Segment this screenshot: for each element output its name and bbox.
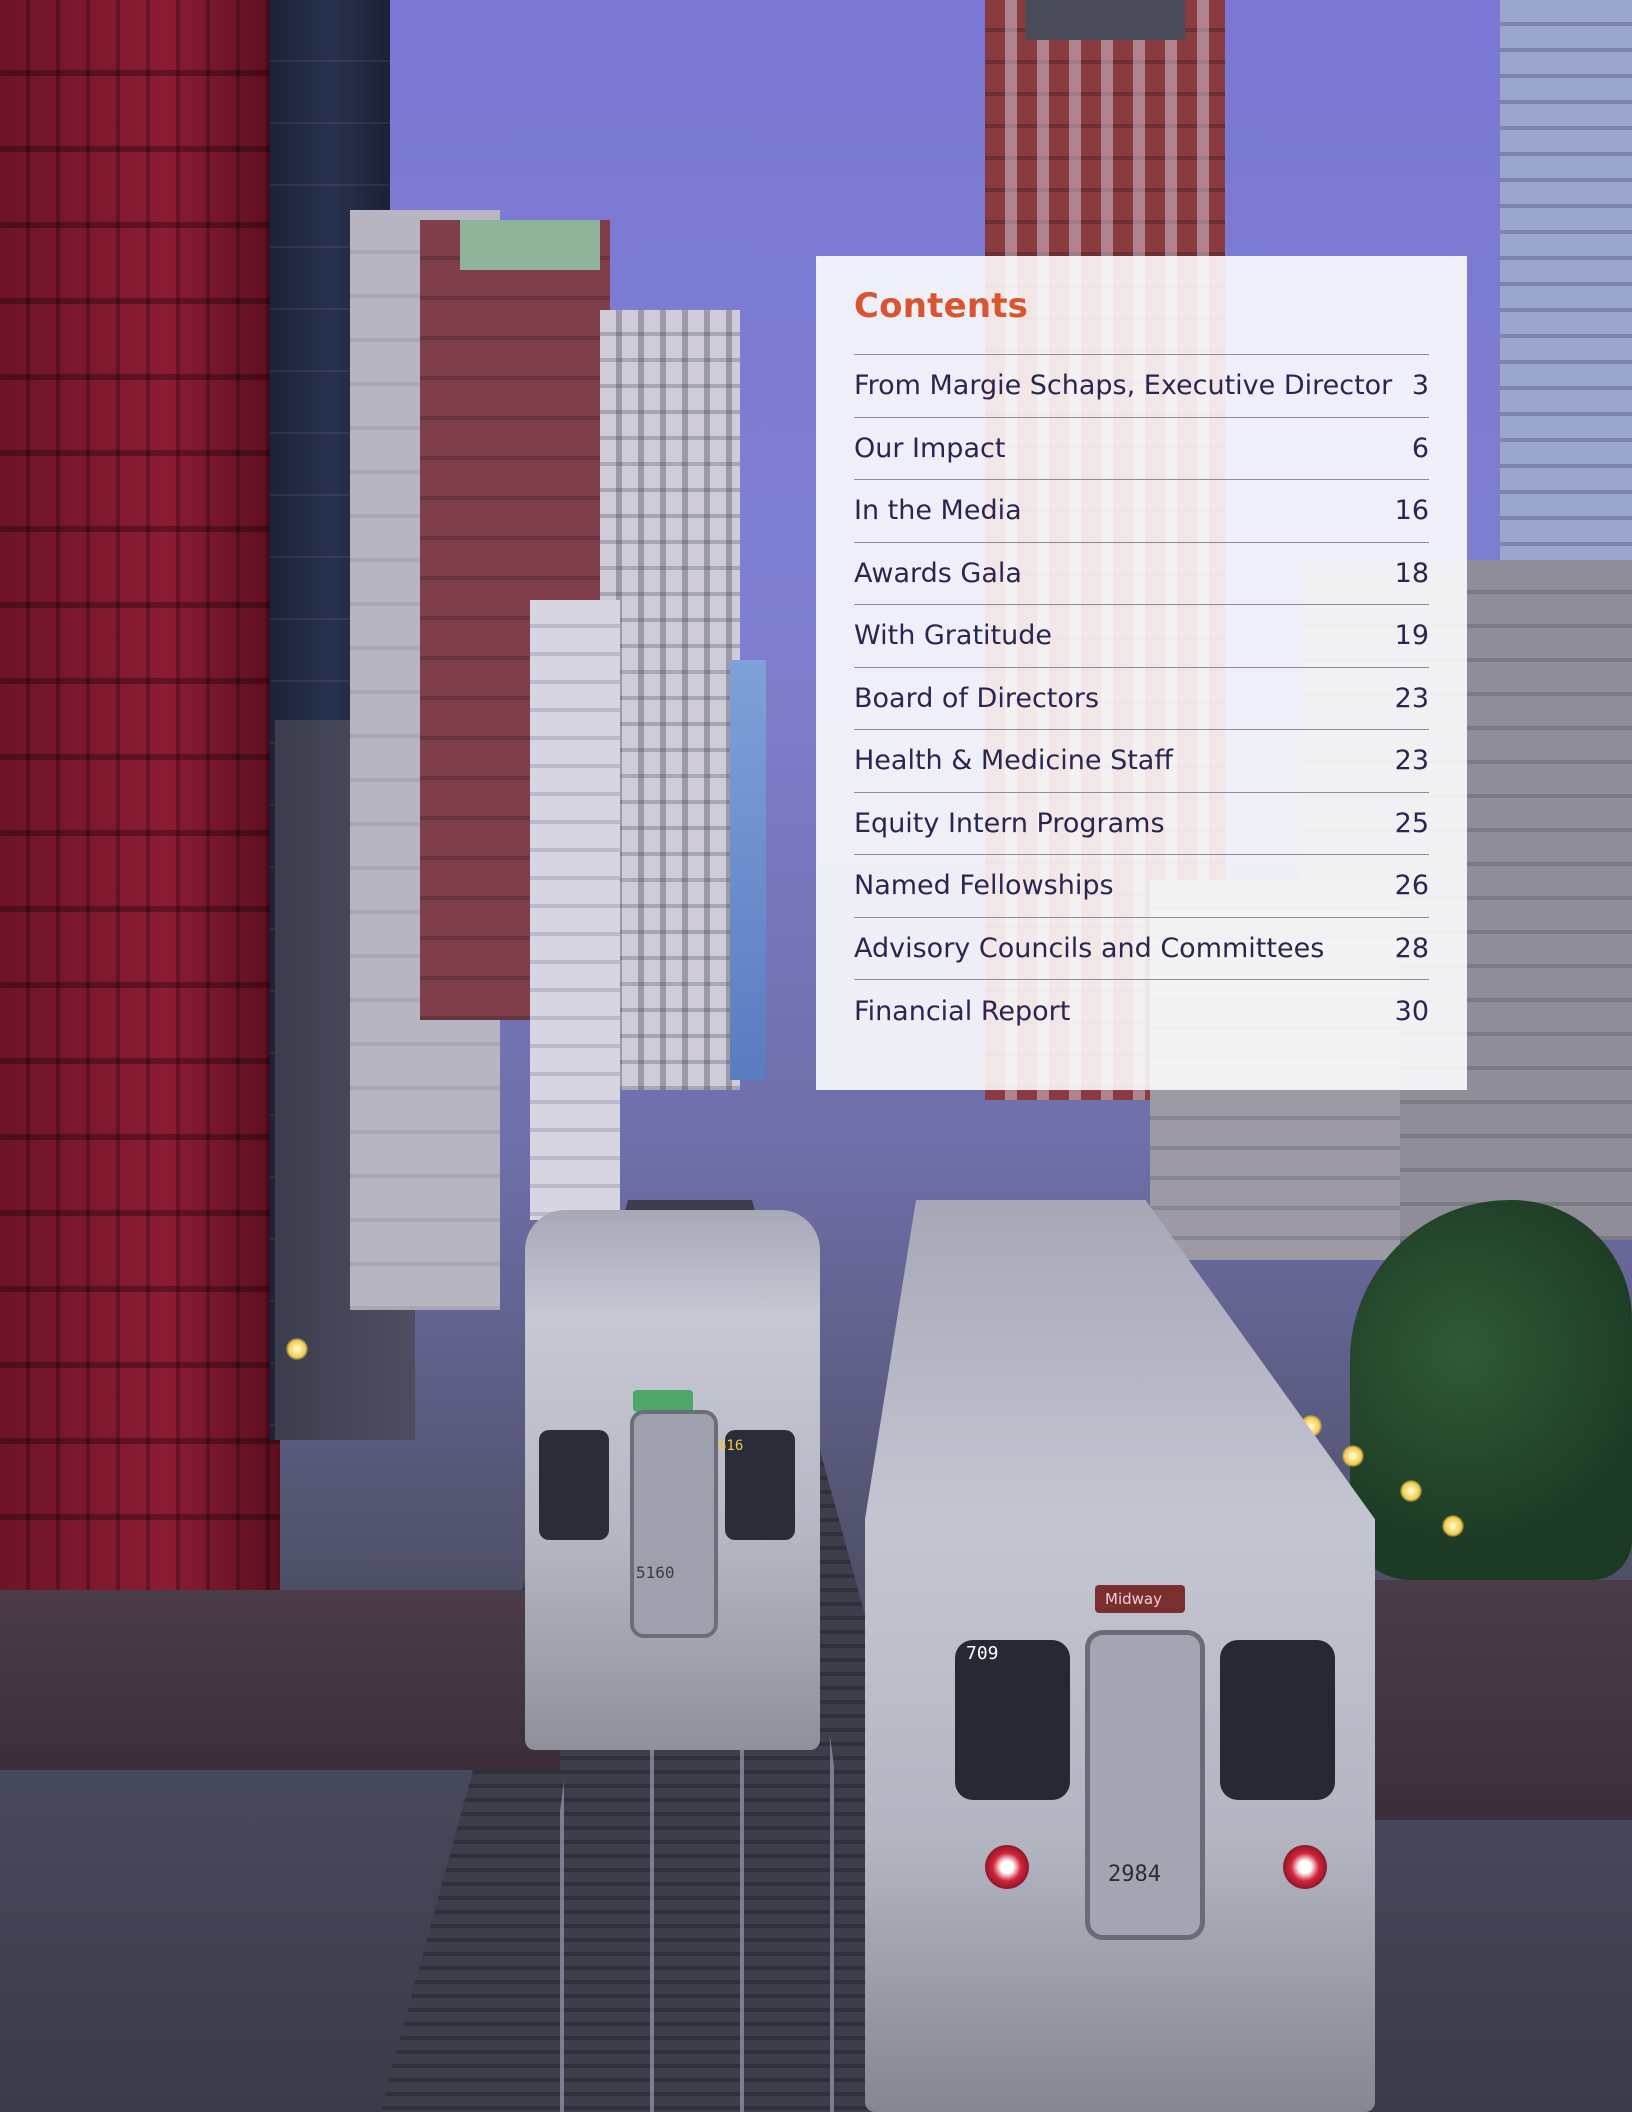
contents-entry-title: Named Fellowships xyxy=(854,870,1114,902)
contents-panel: Contents From Margie Schaps, Executive D… xyxy=(816,256,1467,1090)
contents-entry-title: Advisory Councils and Committees xyxy=(854,932,1325,964)
contents-entry[interactable]: Financial Report 30 xyxy=(854,980,1429,1043)
train-left-number-label: 5160 xyxy=(636,1563,675,1582)
contents-entry-title: In the Media xyxy=(854,495,1022,527)
contents-entry[interactable]: With Gratitude 19 xyxy=(854,605,1429,668)
train-right-window xyxy=(955,1640,1070,1800)
red-office-tower xyxy=(0,0,280,1660)
train-left-door xyxy=(630,1410,718,1638)
train-right-headlight xyxy=(1283,1845,1327,1889)
tall-building xyxy=(600,310,740,1090)
train-right-number-label: 2984 xyxy=(1108,1862,1161,1887)
contents-entry-title: With Gratitude xyxy=(854,620,1052,652)
right-glass-tower xyxy=(1500,0,1632,620)
contents-entry-page: 3 xyxy=(1411,370,1429,402)
contents-entry-title: Equity Intern Programs xyxy=(854,807,1165,839)
contents-entry-page: 19 xyxy=(1394,620,1429,652)
contents-entry-page: 18 xyxy=(1394,557,1429,589)
blue-building xyxy=(730,660,766,1080)
street-lamp xyxy=(1342,1445,1364,1467)
street-lamp xyxy=(1400,1480,1422,1502)
contents-entry-page: 25 xyxy=(1394,807,1429,839)
contents-list: From Margie Schaps, Executive Director 3… xyxy=(854,354,1429,1043)
street-lamp xyxy=(1442,1515,1464,1537)
contents-entry[interactable]: Board of Directors 23 xyxy=(854,668,1429,730)
elevated-deck-right xyxy=(1350,1580,1632,1820)
contents-entry-page: 28 xyxy=(1394,932,1429,964)
trees xyxy=(1350,1200,1632,1580)
contents-entry[interactable]: From Margie Schaps, Executive Director 3 xyxy=(854,355,1429,418)
contents-entry-page: 30 xyxy=(1394,995,1429,1027)
contents-entry-page: 23 xyxy=(1394,745,1429,777)
contents-entry-page: 6 xyxy=(1411,432,1429,464)
contents-entry[interactable]: Our Impact 6 xyxy=(854,418,1429,480)
contents-entry-title: Financial Report xyxy=(854,995,1071,1027)
elevated-deck-left xyxy=(0,1590,560,1770)
train-left-window xyxy=(539,1430,609,1540)
contents-entry[interactable]: In the Media 16 xyxy=(854,480,1429,543)
contents-entry[interactable]: Health & Medicine Staff 23 xyxy=(854,730,1429,793)
contents-entry-title: Awards Gala xyxy=(854,557,1022,589)
contents-entry-page: 23 xyxy=(1394,682,1429,714)
contents-entry-title: Health & Medicine Staff xyxy=(854,745,1173,777)
contents-entry[interactable]: Equity Intern Programs 25 xyxy=(854,793,1429,855)
train-right-destination-label: Midway xyxy=(1105,1590,1162,1608)
contents-entry-title: Board of Directors xyxy=(854,682,1100,714)
contents-entry-title: From Margie Schaps, Executive Director xyxy=(854,370,1393,402)
train-left-route-label: 616 xyxy=(718,1438,744,1454)
train-left-sign xyxy=(633,1390,693,1412)
train-left xyxy=(525,1210,820,1750)
pale-building xyxy=(530,600,620,1220)
contents-entry-title: Our Impact xyxy=(854,432,1006,464)
street-lamp xyxy=(286,1338,308,1360)
train-right-door xyxy=(1085,1630,1205,1940)
contents-entry[interactable]: Awards Gala 18 xyxy=(854,543,1429,605)
contents-entry[interactable]: Advisory Councils and Committees 28 xyxy=(854,918,1429,980)
contents-heading: Contents xyxy=(854,286,1029,326)
train-right-window xyxy=(1220,1640,1335,1800)
train-right-run-label: 709 xyxy=(966,1643,999,1664)
contents-entry-page: 26 xyxy=(1394,870,1429,902)
train-right-headlight xyxy=(985,1845,1029,1889)
contents-entry-page: 16 xyxy=(1394,495,1429,527)
contents-entry[interactable]: Named Fellowships 26 xyxy=(854,855,1429,918)
train-right xyxy=(865,1200,1375,2112)
